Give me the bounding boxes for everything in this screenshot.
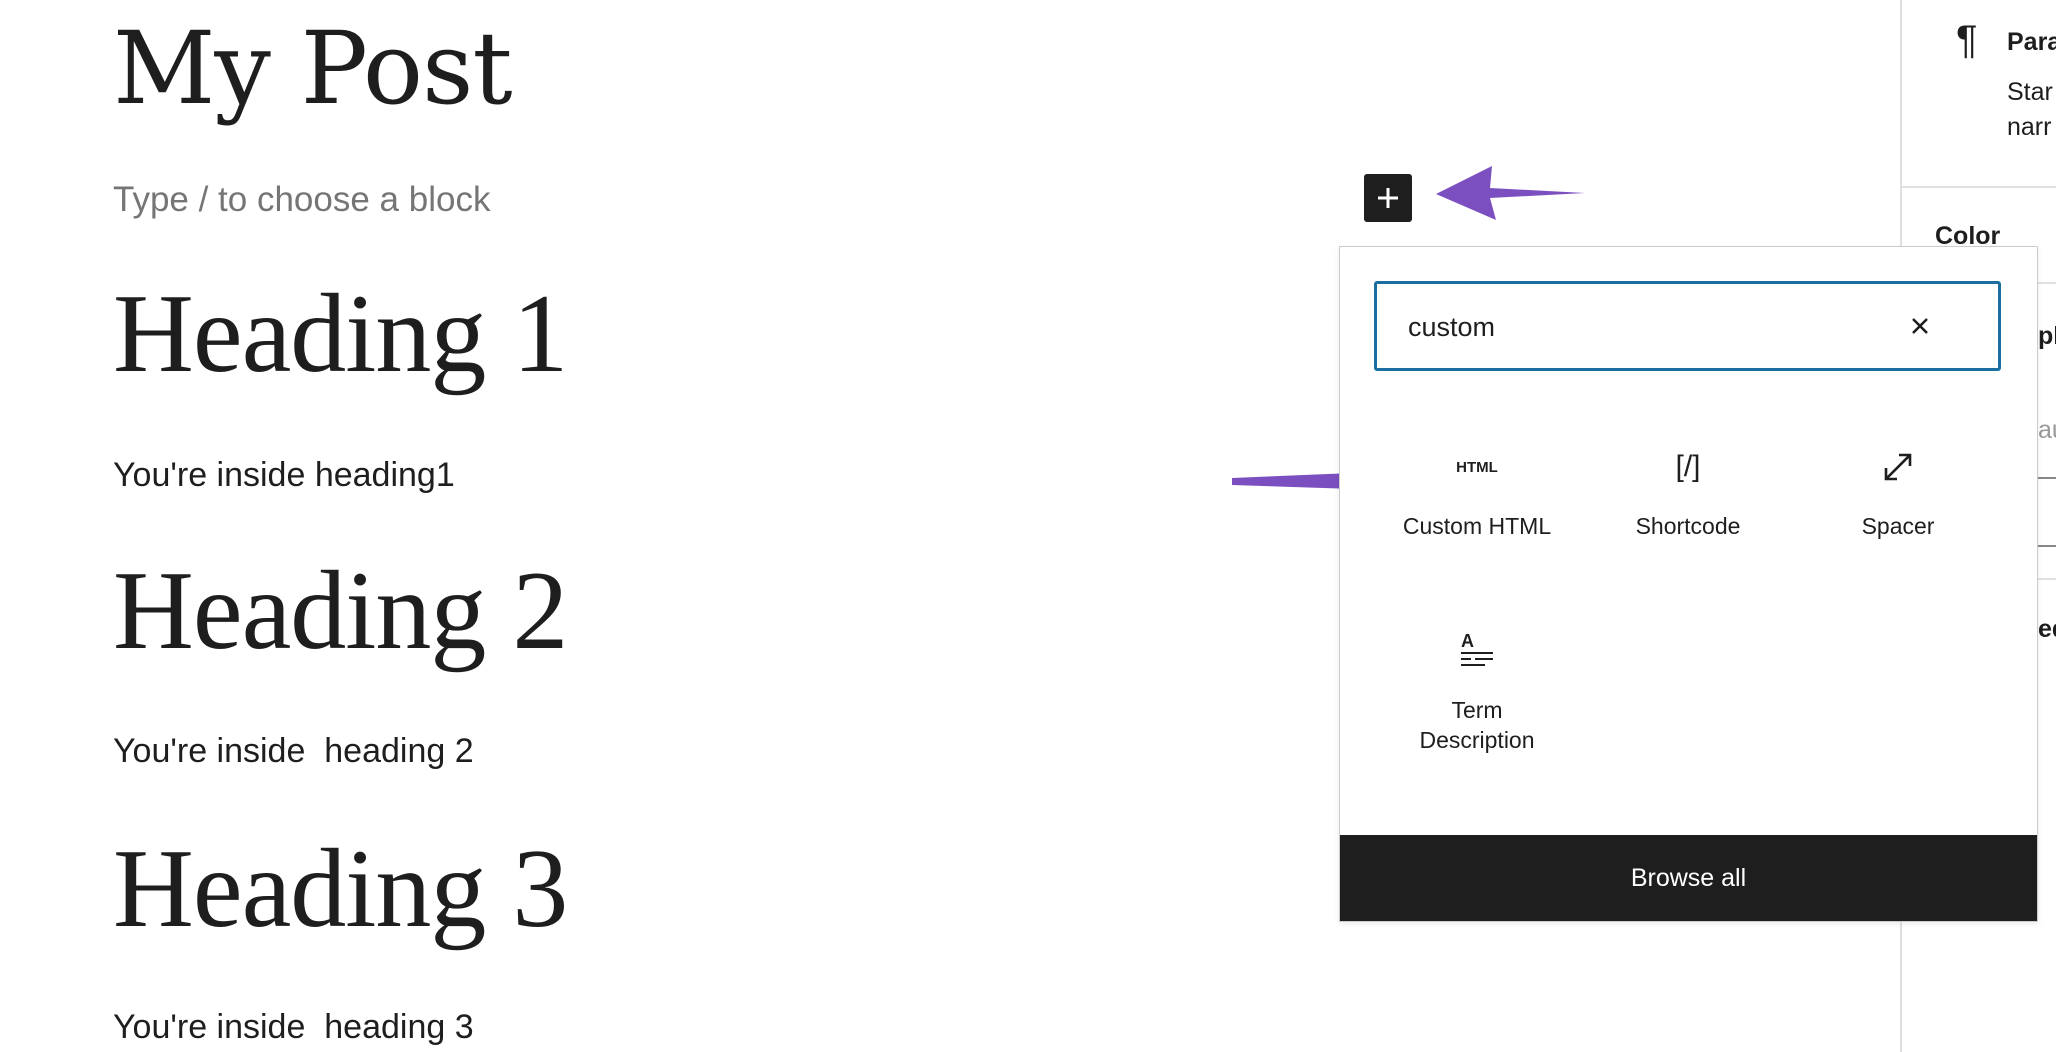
block-result-spacer[interactable]: Spacer — [1798, 437, 1998, 541]
plus-icon — [1378, 188, 1398, 208]
close-icon[interactable] — [1904, 310, 1936, 342]
quick-inserter-popover: HTML Custom HTML [/] Shortcode Spacer A … — [1339, 246, 2038, 922]
heading-1[interactable]: Heading 1 — [113, 270, 568, 399]
term-description-icon: A — [1377, 621, 1577, 681]
block-search-field[interactable] — [1374, 281, 2001, 371]
field-value-partial[interactable]: au — [2038, 416, 2056, 445]
block-result-custom-html[interactable]: HTML Custom HTML — [1377, 437, 1577, 541]
paragraph-icon: ¶ — [1956, 18, 1978, 62]
block-description-line1: Star — [2007, 78, 2053, 106]
block-search-input[interactable] — [1406, 284, 1910, 370]
block-description-line2: narr — [2007, 113, 2052, 141]
block-result-label: Term Description — [1419, 697, 1535, 753]
paragraph-2[interactable]: You're inside heading 2 — [113, 732, 474, 771]
divider — [1902, 186, 2056, 188]
annotation-arrow-icon — [1436, 166, 1585, 220]
paragraph-1[interactable]: You're inside heading1 — [113, 456, 455, 495]
paragraph-3[interactable]: You're inside heading 3 — [113, 1008, 474, 1047]
panel-label-partial: pl — [2038, 322, 2056, 350]
block-result-term-description[interactable]: A Term Description — [1377, 621, 1577, 755]
block-name: Para — [2007, 28, 2056, 56]
browse-all-button[interactable]: Browse all — [1340, 835, 2037, 921]
html-icon: HTML — [1456, 458, 1498, 476]
block-inserter-toggle[interactable] — [1364, 174, 1412, 222]
block-result-label: Spacer — [1861, 513, 1935, 539]
post-title[interactable]: My Post — [113, 10, 513, 127]
block-result-shortcode[interactable]: [/] Shortcode — [1588, 437, 1788, 541]
spacer-icon — [1884, 453, 1912, 481]
heading-3[interactable]: Heading 3 — [113, 825, 568, 954]
block-placeholder[interactable]: Type / to choose a block — [113, 180, 490, 220]
panel-label-partial: ed — [2038, 615, 2056, 643]
heading-2[interactable]: Heading 2 — [113, 547, 568, 676]
block-result-label: Shortcode — [1635, 513, 1741, 539]
block-result-label: Custom HTML — [1402, 513, 1552, 539]
shortcode-icon: [/] — [1675, 450, 1701, 483]
